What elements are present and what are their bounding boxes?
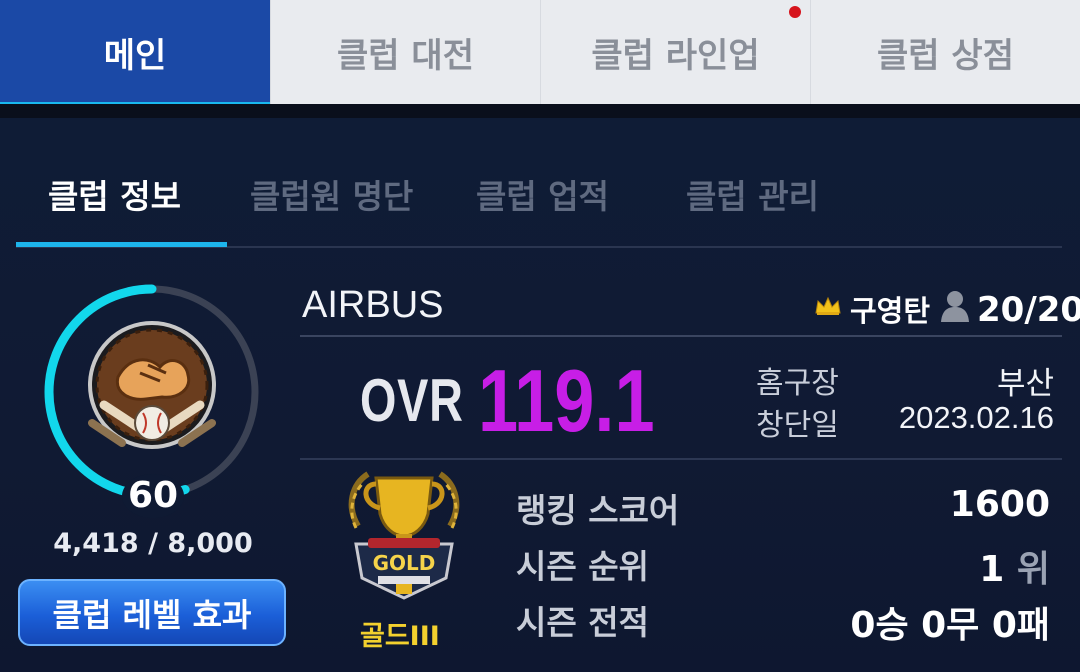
season-rank-value: 1 bbox=[979, 549, 1005, 590]
ranking-score-value: 1600 bbox=[949, 484, 1050, 525]
gold-trophy-badge: GOLD bbox=[348, 471, 460, 600]
season-rank: 1 위 bbox=[979, 540, 1050, 592]
tab-bar-shadow bbox=[0, 104, 1080, 118]
top-tab-bar: 메인 클럽 대전 클럽 라인업 클럽 상점 bbox=[0, 0, 1080, 110]
crown-icon bbox=[815, 296, 841, 315]
ranking-score-label: 랭킹 스코어 bbox=[516, 491, 680, 530]
tab-club-shop[interactable]: 클럽 상점 bbox=[810, 0, 1080, 104]
member-count: 20/20 bbox=[977, 290, 1080, 330]
tab-main[interactable]: 메인 bbox=[0, 0, 270, 110]
season-rank-label: 시즌 순위 bbox=[516, 547, 649, 586]
season-record-value: 0승 0무 0패 bbox=[850, 605, 1050, 646]
ranking-divider bbox=[300, 458, 1062, 460]
club-leader: 구영탄 bbox=[850, 294, 931, 328]
tab-club-lineup[interactable]: 클럽 라인업 bbox=[540, 0, 810, 104]
club-level-effect-button[interactable]: 클럽 레벨 효과 bbox=[18, 579, 286, 646]
subtab-club-info[interactable]: 클럽 정보 bbox=[48, 170, 181, 218]
club-name: AIRBUS bbox=[302, 284, 444, 326]
subtab-achievements[interactable]: 클럽 업적 bbox=[476, 170, 609, 218]
tier-badge-text: GOLD bbox=[373, 551, 436, 575]
season-record-label: 시즌 전적 bbox=[516, 603, 649, 642]
tab-club-battle[interactable]: 클럽 대전 bbox=[270, 0, 540, 104]
season-rank-unit: 위 bbox=[1016, 549, 1050, 590]
tier-label: 골드III bbox=[360, 621, 440, 652]
subtab-management[interactable]: 클럽 관리 bbox=[686, 170, 819, 218]
club-level: 60 bbox=[122, 474, 184, 518]
name-divider bbox=[300, 335, 1062, 337]
subtab-member-list[interactable]: 클럽원 명단 bbox=[250, 170, 413, 218]
club-level-ring bbox=[44, 284, 260, 500]
founded-label: 창단일 bbox=[756, 408, 839, 443]
handshake-baseball-emblem bbox=[88, 321, 216, 449]
ovr-value: 119.1 bbox=[478, 351, 655, 450]
founded-value: 2023.02.16 bbox=[898, 400, 1054, 435]
club-exp: 4,418 / 8,000 bbox=[53, 528, 253, 559]
home-stadium-value: 부산 bbox=[996, 366, 1054, 401]
ovr-label: OVR bbox=[360, 367, 464, 434]
home-stadium-label: 홈구장 bbox=[756, 366, 839, 401]
sub-tab-bar: 클럽 정보 클럽원 명단 클럽 업적 클럽 관리 bbox=[16, 150, 1062, 248]
person-icon bbox=[941, 291, 969, 322]
notification-dot bbox=[789, 6, 801, 18]
subtab-active-indicator bbox=[16, 242, 227, 247]
